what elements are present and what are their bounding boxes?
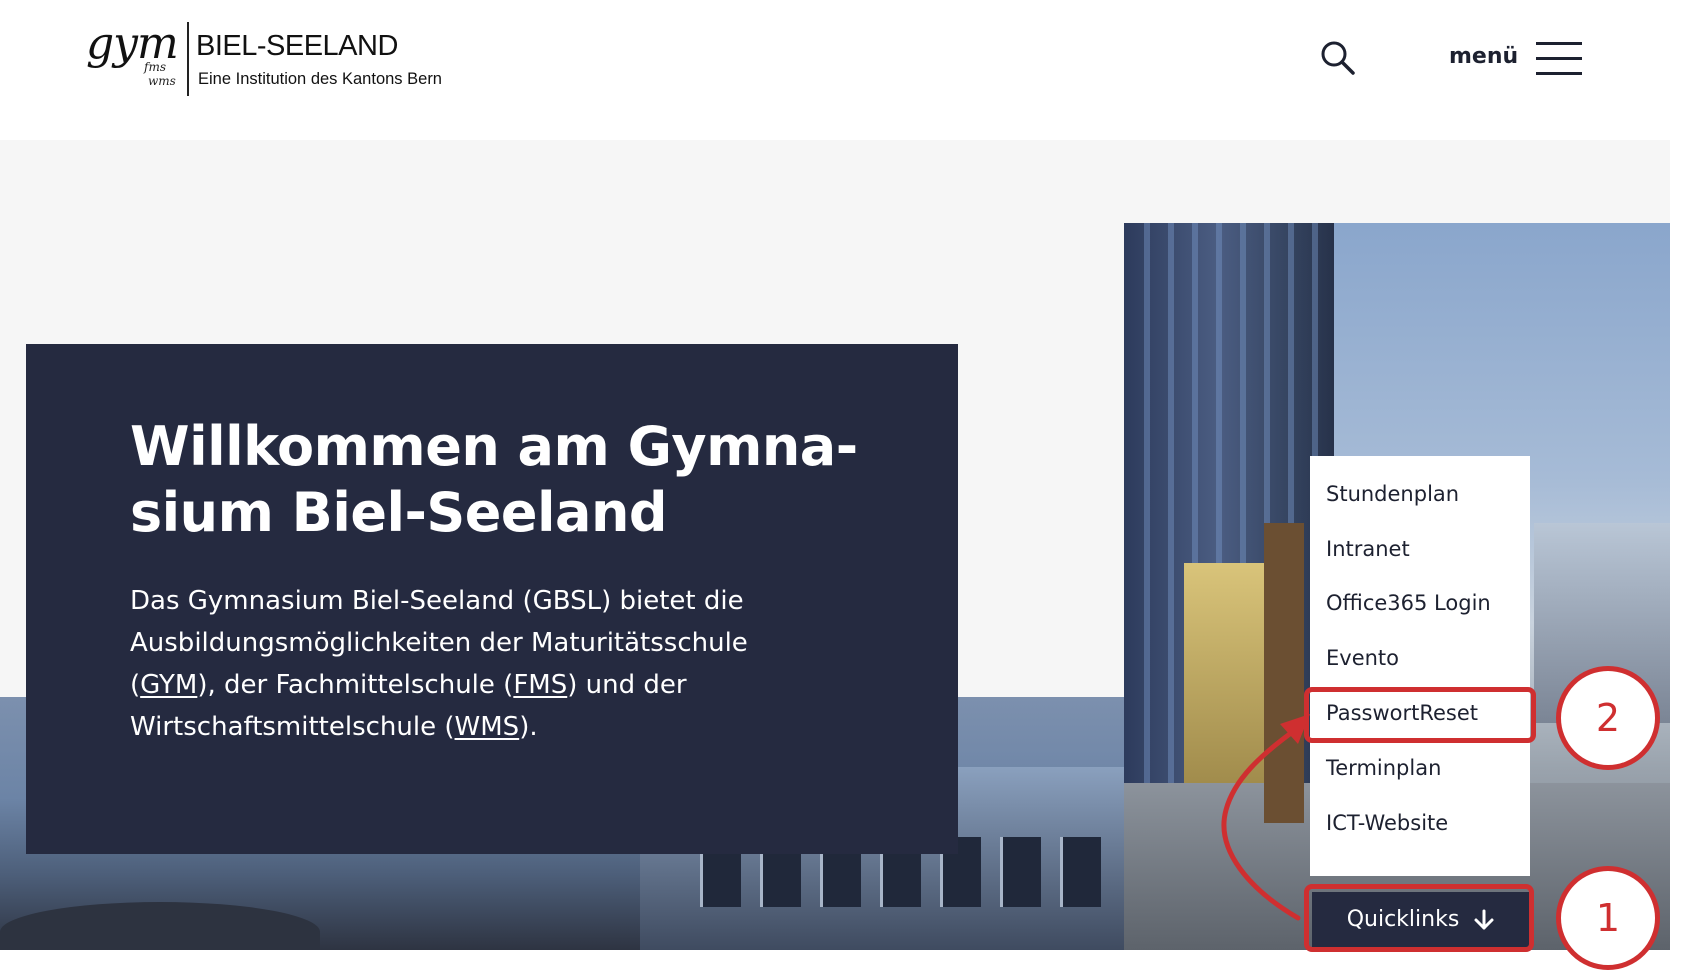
step-marker-1: 1 bbox=[1556, 866, 1660, 970]
quicklink-office365-login[interactable]: Office365 Login bbox=[1326, 591, 1491, 615]
quicklink-stundenplan[interactable]: Stundenplan bbox=[1326, 482, 1459, 506]
menu-label[interactable]: menü bbox=[1449, 44, 1518, 69]
step-number: 1 bbox=[1595, 896, 1621, 940]
hamburger-icon[interactable] bbox=[1536, 42, 1582, 76]
quicklink-evento[interactable]: Evento bbox=[1326, 646, 1399, 670]
link-wms[interactable]: WMS bbox=[455, 712, 520, 742]
logo-title: BIEL-SEELAND bbox=[196, 30, 398, 62]
step-marker-2: 2 bbox=[1556, 666, 1660, 770]
quicklinks-menu: Stundenplan Intranet Office365 Login Eve… bbox=[1310, 456, 1530, 876]
hill-shape bbox=[0, 902, 320, 950]
site-logo[interactable]: gym fms wms BIEL-SEELAND Eine Institutio… bbox=[86, 20, 466, 100]
logo-fms-text: fms bbox=[144, 60, 166, 74]
window-shape bbox=[1000, 837, 1041, 907]
highlight-box-passwortreset bbox=[1304, 687, 1536, 743]
intro-text-4: ). bbox=[519, 712, 538, 742]
welcome-title-line1: Willkommen am Gymna- bbox=[130, 415, 858, 478]
page-bottom bbox=[0, 950, 1683, 980]
window-shape bbox=[1060, 837, 1101, 907]
step-number: 2 bbox=[1595, 696, 1621, 740]
link-fms[interactable]: FMS bbox=[513, 670, 567, 700]
search-button[interactable] bbox=[1320, 40, 1356, 76]
link-gym[interactable]: GYM bbox=[140, 670, 197, 700]
site-header: gym fms wms BIEL-SEELAND Eine Institutio… bbox=[0, 0, 1683, 140]
welcome-title: Willkommen am Gymna- sium Biel-Seeland bbox=[130, 414, 890, 546]
quicklink-intranet[interactable]: Intranet bbox=[1326, 537, 1410, 561]
logo-subtitle: Eine Institution des Kantons Bern bbox=[198, 70, 442, 88]
welcome-title-line2: sium Biel-Seeland bbox=[130, 481, 668, 544]
highlight-box-quicklinks bbox=[1304, 884, 1534, 952]
quicklink-terminplan[interactable]: Terminplan bbox=[1326, 756, 1441, 780]
welcome-intro: Das Gymnasium Biel-Seeland (GBSL) bietet… bbox=[130, 580, 830, 748]
intro-text-2: ), der Fachmittelschule ( bbox=[197, 670, 514, 700]
welcome-card: Willkommen am Gymna- sium Biel-Seeland D… bbox=[26, 344, 958, 854]
search-icon bbox=[1321, 41, 1355, 75]
logo-wms-text: wms bbox=[148, 74, 176, 88]
quicklink-ict-website[interactable]: ICT-Website bbox=[1326, 811, 1448, 835]
annotation-arrow bbox=[1221, 714, 1310, 921]
logo-divider bbox=[187, 22, 189, 96]
